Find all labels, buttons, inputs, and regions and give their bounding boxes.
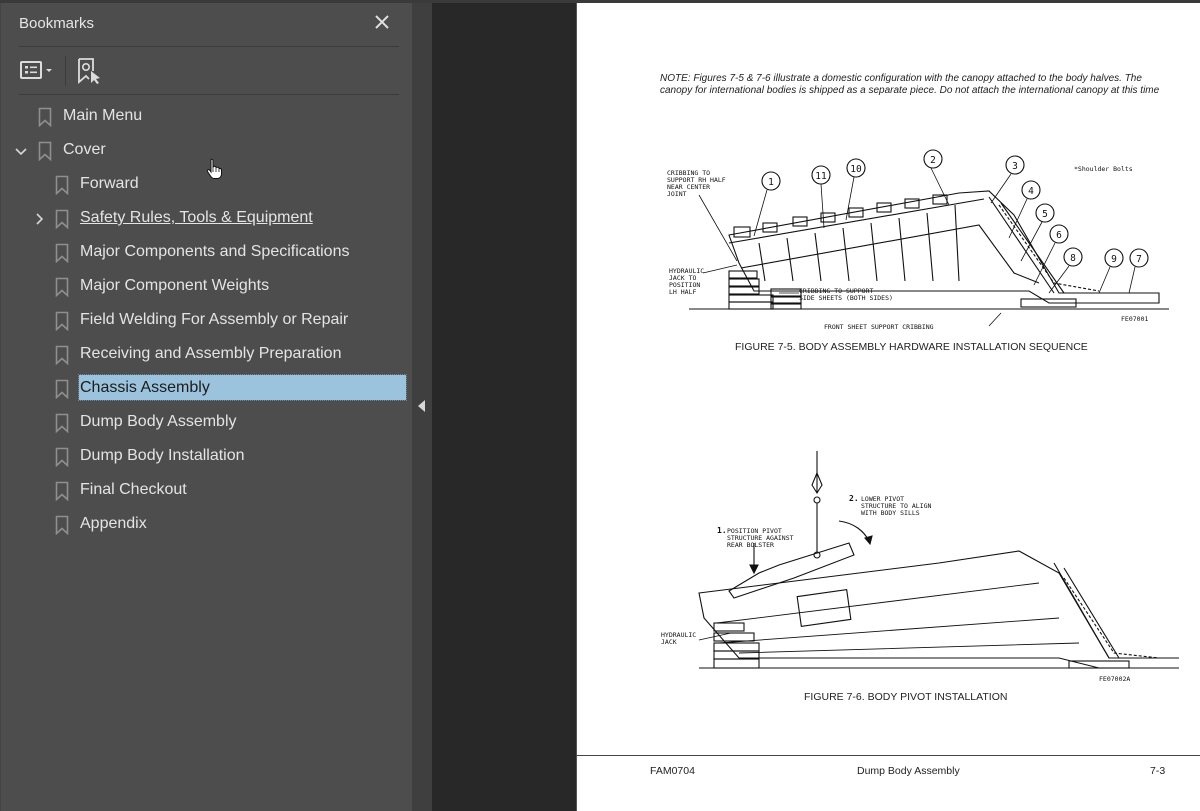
bookmark-icon	[55, 413, 69, 434]
bookmark-item-cover[interactable]: Cover	[1, 133, 413, 167]
chevron-down-icon[interactable]	[14, 143, 28, 157]
callout-1: 1	[768, 177, 774, 188]
callout-10: 10	[850, 164, 862, 175]
svg-text:LH HALF: LH HALF	[669, 288, 696, 296]
figure-7-5-caption: FIGURE 7-5. BODY ASSEMBLY HARDWARE INSTA…	[735, 341, 1088, 353]
chevron-right-icon[interactable]	[32, 211, 46, 225]
bookmark-label: Forward	[80, 175, 139, 192]
panel-title: Bookmarks	[19, 15, 95, 32]
drawing-id: FE07001	[1121, 315, 1148, 323]
callout-2: 2	[930, 155, 936, 166]
bookmark-item-safety-rules-tools-equipment[interactable]: Safety Rules, Tools & Equipment	[1, 201, 413, 235]
callout-3: 3	[1012, 161, 1018, 172]
callout-9: 9	[1111, 254, 1117, 265]
callout-11: 11	[815, 171, 827, 182]
bookmark-label: Main Menu	[63, 107, 143, 124]
bookmark-label: Field Welding For Assembly or Repair	[80, 311, 349, 328]
pivot-structure	[728, 542, 855, 599]
bookmark-item-dump-body-assembly[interactable]: Dump Body Assembly	[1, 405, 413, 439]
divider	[19, 94, 399, 95]
svg-text:JACK: JACK	[661, 638, 677, 646]
bookmark-label: Final Checkout	[80, 481, 187, 498]
footer-page-number: 7-3	[1150, 765, 1166, 777]
bookmark-item-major-components-and-specifications[interactable]: Major Components and Specifications	[1, 235, 413, 269]
bookmark-item-dump-body-installation[interactable]: Dump Body Installation	[1, 439, 413, 473]
toolbar-divider	[65, 56, 66, 86]
bookmark-icon	[55, 481, 69, 502]
figure-7-5-drawing: 11110 234 568 97 CRIBBING TO SUPPORT RH …	[667, 149, 1169, 331]
bookmark-tree: Main Menu Cover Forward Safety Rules, Tools…	[1, 99, 413, 541]
bookmark-label: Dump Body Assembly	[80, 413, 237, 430]
document-page: NOTE: Figures 7-5 & 7-6 illustrate a dom…	[576, 3, 1200, 811]
bookmark-label: Chassis Assembly	[78, 374, 407, 401]
callout-4: 4	[1028, 186, 1034, 197]
bookmark-icon	[55, 209, 69, 230]
bookmark-icon	[55, 243, 69, 264]
bookmark-label: Safety Rules, Tools & Equipment	[80, 209, 313, 226]
bookmark-label: Receiving and Assembly Preparation	[80, 345, 342, 362]
divider	[19, 46, 399, 47]
bookmark-item-main-menu[interactable]: Main Menu	[1, 99, 413, 133]
bookmark-icon	[55, 277, 69, 298]
footer-doc-id: FAM0704	[650, 765, 695, 777]
bookmark-label: Appendix	[80, 515, 147, 532]
body-ribs	[758, 204, 960, 282]
bookmark-icon	[55, 379, 69, 400]
svg-text:1.: 1.	[717, 526, 727, 535]
bookmark-icon	[55, 311, 69, 332]
bookmark-item-final-checkout[interactable]: Final Checkout	[1, 473, 413, 507]
new-bookmark-icon	[78, 58, 100, 84]
bookmark-icon	[55, 345, 69, 366]
bookmark-label: Major Components and Specifications	[80, 243, 350, 260]
footer-rule	[577, 755, 1200, 756]
drawing-id: FE07002A	[1099, 675, 1130, 683]
front-sheet	[988, 196, 1065, 294]
bookmark-icon	[38, 107, 52, 128]
callout-5: 5	[1042, 209, 1048, 220]
bookmark-item-major-component-weights[interactable]: Major Component Weights	[1, 269, 413, 303]
bookmark-item-chassis-assembly[interactable]: Chassis Assembly	[1, 371, 413, 405]
figure-7-6-drawing: 1. POSITION PIVOT STRUCTURE AGAINST REAR…	[661, 451, 1179, 683]
svg-text:WITH BODY SILLS: WITH BODY SILLS	[861, 509, 920, 517]
collapse-panel-handle[interactable]	[412, 3, 432, 811]
svg-text:2.: 2.	[849, 494, 859, 503]
svg-text:JOINT: JOINT	[667, 190, 687, 198]
svg-text:REAR BOLSTER: REAR BOLSTER	[727, 541, 774, 549]
list-options-icon	[20, 61, 52, 79]
cribbing-stacks	[713, 622, 1130, 669]
note-text: NOTE: Figures 7-5 & 7-6 illustrate a dom…	[660, 73, 1160, 96]
close-icon	[375, 15, 389, 29]
svg-text:SIDE SHEETS (BOTH SIDES): SIDE SHEETS (BOTH SIDES)	[799, 294, 893, 302]
callout-6: 6	[1056, 230, 1062, 241]
bookmark-label: Dump Body Installation	[80, 447, 245, 464]
label-front-sheet: FRONT SHEET SUPPORT CRIBBING	[824, 323, 934, 331]
bookmark-item-appendix[interactable]: Appendix	[1, 507, 413, 541]
bookmark-label: Major Component Weights	[80, 277, 270, 294]
collapse-arrow-icon	[418, 400, 425, 412]
bookmark-icon	[55, 447, 69, 468]
bookmark-item-forward[interactable]: Forward	[1, 167, 413, 201]
callout-8: 8	[1070, 253, 1076, 264]
bookmark-item-field-welding-for-assembly-or-repair[interactable]: Field Welding For Assembly or Repair	[1, 303, 413, 337]
bookmark-icon	[38, 141, 52, 162]
bookmark-icon	[55, 515, 69, 536]
bookmark-item-receiving-and-assembly-preparation[interactable]: Receiving and Assembly Preparation	[1, 337, 413, 371]
bookmark-label: Cover	[63, 141, 106, 158]
close-panel-button[interactable]	[372, 12, 392, 32]
body-outline	[728, 190, 1160, 304]
callout-7: 7	[1136, 254, 1142, 265]
bookmarks-panel: Bookmarks Main Menu Cover Forward Safety Ru…	[0, 3, 412, 811]
shoulder-bolts-note: *Shoulder Bolts	[1074, 165, 1133, 173]
bookmark-options-button[interactable]	[19, 59, 59, 83]
add-bookmark-button[interactable]	[76, 57, 104, 85]
footer-section-title: Dump Body Assembly	[857, 765, 960, 777]
bookmark-icon	[55, 175, 69, 196]
figure-7-6-caption: FIGURE 7-6. BODY PIVOT INSTALLATION	[804, 691, 1008, 703]
